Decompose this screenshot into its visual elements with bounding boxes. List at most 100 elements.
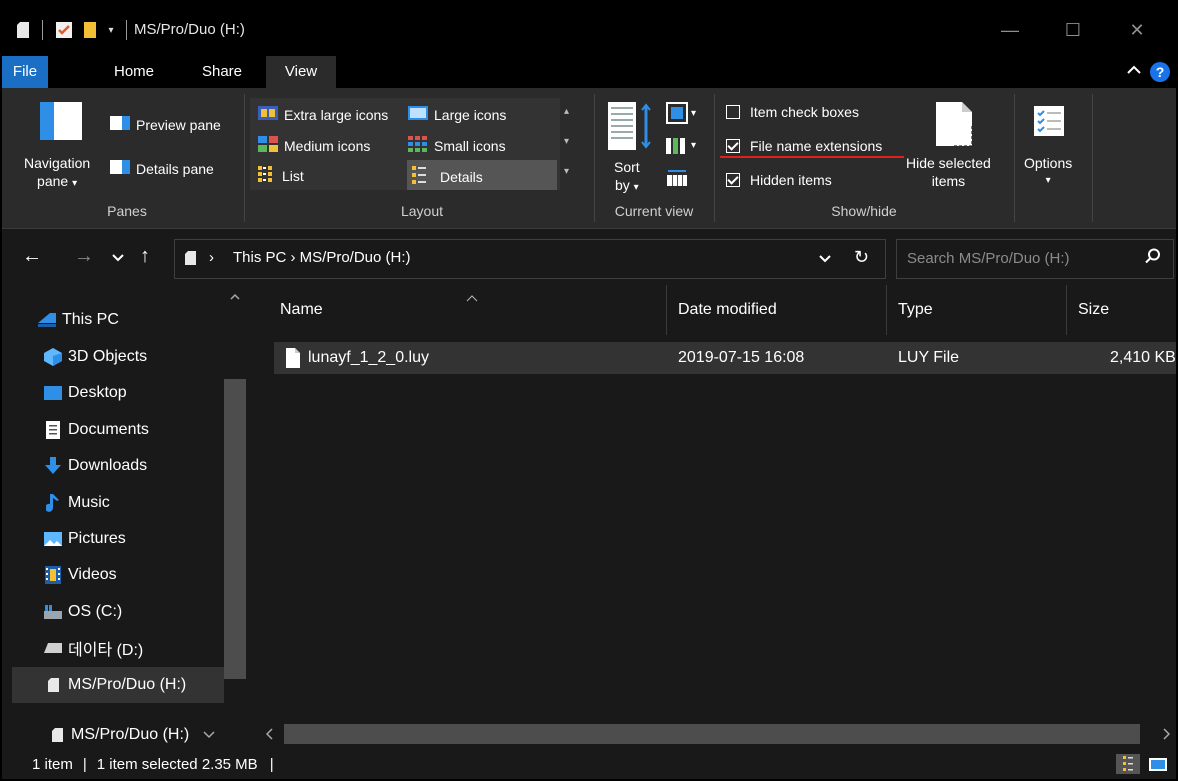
- title-bar: ▾ MS/Pro/Duo (H:) — ☐ ✕: [2, 2, 1176, 56]
- navigation-pane-icon[interactable]: [40, 102, 82, 140]
- layout-more-icon[interactable]: ▾: [564, 166, 569, 177]
- videos-icon: [44, 566, 62, 584]
- ribbon-tabs: File Home Share View ?: [2, 56, 1176, 88]
- close-button[interactable]: ✕: [1114, 12, 1160, 48]
- divider: [594, 94, 595, 222]
- search-icon[interactable]: [1145, 248, 1161, 269]
- group-by-icon[interactable]: ▾: [666, 102, 696, 124]
- tab-view[interactable]: View: [266, 56, 336, 88]
- layout-scroll-up-icon[interactable]: ▴: [564, 106, 569, 117]
- nav-item-documents[interactable]: Documents: [12, 412, 226, 448]
- large-icons-option[interactable]: Large icons: [408, 106, 506, 123]
- nav-item-this-pc[interactable]: This PC: [12, 302, 226, 338]
- navigation-pane: This PC 3D Objects Desktop Documents Dow…: [2, 285, 248, 720]
- nav-item-downloads[interactable]: Downloads: [12, 448, 226, 484]
- back-icon[interactable]: ←: [22, 245, 42, 268]
- chevron-down-icon: ▾: [1045, 175, 1051, 186]
- details-view-toggle-icon[interactable]: [1116, 754, 1140, 774]
- tab-share[interactable]: Share: [192, 56, 252, 88]
- navigation-pane-label: Navigation: [24, 155, 91, 171]
- nav-item-label: 데이타 (D:): [68, 642, 144, 659]
- horizontal-scrollbar[interactable]: [260, 720, 1176, 746]
- scroll-left-icon[interactable]: [265, 727, 273, 744]
- forward-icon[interactable]: →: [74, 245, 94, 268]
- nav-scrollbar-thumb[interactable]: [224, 379, 246, 679]
- nav-item-pictures[interactable]: Pictures: [12, 521, 226, 557]
- divider: |: [269, 756, 274, 773]
- details-pane-icon: [110, 160, 130, 177]
- large-icons-toggle-icon[interactable]: [1146, 754, 1170, 774]
- nav-item-data-d[interactable]: 데이타 (D:): [12, 630, 226, 666]
- nav-item-3d-objects[interactable]: 3D Objects: [12, 339, 226, 375]
- properties-icon[interactable]: [54, 20, 74, 40]
- music-icon: [44, 494, 62, 512]
- selection-info: 1 item selected 2.35 MB: [96, 756, 258, 773]
- file-type: LUY File: [898, 349, 960, 366]
- tab-home[interactable]: Home: [104, 56, 164, 88]
- address-bar[interactable]: › This PC › MS/Pro/Duo (H:) ↻: [174, 239, 886, 279]
- maximize-button[interactable]: ☐: [1050, 12, 1096, 48]
- nav-item-ms-pro-duo[interactable]: MS/Pro/Duo (H:): [12, 667, 226, 703]
- horizontal-scrollbar-thumb[interactable]: [284, 724, 1140, 744]
- column-header-type[interactable]: Type: [898, 285, 1067, 335]
- divider: [1092, 94, 1093, 222]
- navigation-pane-button[interactable]: Navigation pane ▾: [24, 154, 90, 193]
- refresh-icon[interactable]: ↻: [854, 247, 869, 268]
- hide-selected-icon[interactable]: [936, 102, 972, 146]
- preview-pane-label: Preview pane: [136, 116, 221, 133]
- medium-icons-option[interactable]: Medium icons: [258, 136, 370, 155]
- nav-item-music[interactable]: Music: [12, 485, 226, 521]
- sort-icon[interactable]: [608, 102, 652, 150]
- nav-pane-footer: MS/Pro/Duo (H:): [2, 720, 248, 750]
- details-pane-button[interactable]: Details pane: [110, 160, 214, 177]
- breadcrumb-chevron-icon[interactable]: ›: [209, 249, 214, 266]
- breadcrumb[interactable]: This PC › MS/Pro/Duo (H:): [233, 249, 411, 266]
- options-icon[interactable]: [1032, 104, 1066, 138]
- nav-item-os-c[interactable]: OS (C:): [12, 594, 226, 630]
- divider: [42, 20, 43, 40]
- layout-scroll-down-icon[interactable]: ▾: [564, 136, 569, 147]
- table-row[interactable]: lunayf_1_2_0.luy 2019-07-15 16:08 LUY Fi…: [274, 342, 1176, 374]
- file-name-extensions-toggle[interactable]: File name extensions: [726, 138, 882, 154]
- help-icon[interactable]: ?: [1150, 62, 1170, 82]
- navigation-bar: ← → ↑ › This PC › MS/Pro/Duo (H:) ↻ Sear…: [2, 231, 1176, 285]
- extra-large-icons-option[interactable]: Extra large icons: [258, 106, 388, 123]
- list-option[interactable]: List: [258, 166, 304, 185]
- options-button[interactable]: Options ▾: [1024, 154, 1072, 190]
- item-check-boxes-checkbox[interactable]: [726, 105, 740, 119]
- column-header-size[interactable]: Size: [1078, 285, 1176, 335]
- recent-locations-icon[interactable]: [112, 249, 124, 265]
- nav-item-desktop[interactable]: Desktop: [12, 375, 226, 411]
- file-size: 2,410 KB: [1110, 349, 1176, 366]
- minimize-button[interactable]: —: [987, 12, 1033, 48]
- window-title: MS/Pro/Duo (H:): [134, 21, 245, 38]
- up-icon[interactable]: ↑: [140, 245, 150, 268]
- address-dropdown-icon[interactable]: [819, 250, 831, 266]
- new-folder-icon[interactable]: [82, 20, 98, 40]
- file-name-extensions-checkbox[interactable]: [726, 139, 740, 153]
- scroll-down-icon[interactable]: [203, 731, 215, 739]
- divider: [126, 20, 127, 40]
- search-box[interactable]: Search MS/Pro/Duo (H:): [896, 239, 1174, 279]
- customize-toolbar-icon[interactable]: ▾: [104, 20, 118, 40]
- item-check-boxes-toggle[interactable]: Item check boxes: [726, 104, 859, 120]
- add-columns-icon[interactable]: ▾: [666, 136, 696, 154]
- group-label-panes: Panes: [107, 203, 147, 219]
- details-option[interactable]: Details: [412, 166, 483, 187]
- nav-item-videos[interactable]: Videos: [12, 557, 226, 593]
- preview-pane-button[interactable]: Preview pane: [110, 116, 221, 133]
- documents-icon: [44, 421, 62, 439]
- collapse-ribbon-icon[interactable]: [1126, 62, 1142, 80]
- hide-selected-items-button[interactable]: Hide selected items: [906, 154, 991, 190]
- nav-item-label[interactable]: MS/Pro/Duo (H:): [71, 726, 189, 744]
- small-icons-option[interactable]: Small icons: [408, 136, 506, 155]
- column-header-date[interactable]: Date modified: [678, 285, 887, 335]
- size-columns-icon[interactable]: [666, 168, 688, 186]
- search-input[interactable]: Search MS/Pro/Duo (H:): [907, 250, 1070, 267]
- tab-file[interactable]: File: [2, 56, 48, 88]
- sort-by-button[interactable]: Sort by ▾: [614, 158, 640, 197]
- hidden-items-toggle[interactable]: Hidden items: [726, 172, 832, 188]
- scroll-up-icon[interactable]: [230, 289, 240, 303]
- hidden-items-checkbox[interactable]: [726, 173, 740, 187]
- scroll-right-icon[interactable]: [1163, 727, 1171, 744]
